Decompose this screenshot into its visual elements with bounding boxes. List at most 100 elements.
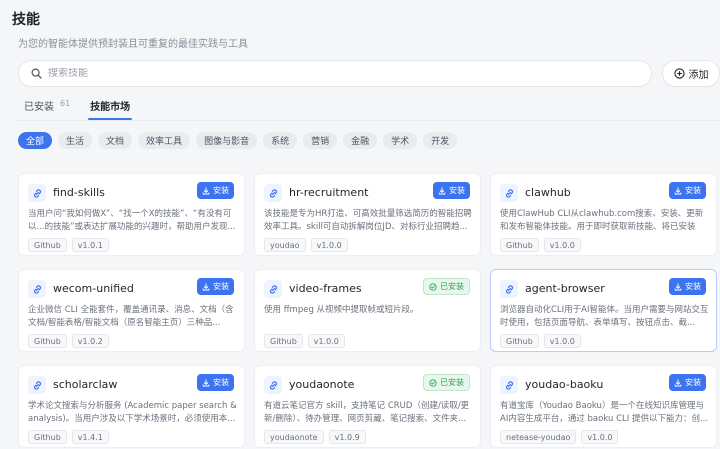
search-box[interactable] (18, 60, 652, 87)
skill-tags: Github v1.0.0 (500, 334, 586, 348)
category-chip-all[interactable]: 全部 (18, 132, 53, 149)
tab-installed[interactable]: 已安装 61 (18, 96, 76, 120)
category-chip-productivity[interactable]: 效率工具 (138, 132, 191, 149)
skill-description: 使用 ffmpeg 从视频中提取帧或短片段。 (264, 305, 419, 315)
action-label: 安装 (685, 282, 701, 291)
skill-tags: Github v1.0.0 (500, 238, 586, 252)
install-button[interactable]: 安装 (669, 182, 706, 199)
skill-tags: youdao v1.0.0 (264, 238, 353, 252)
skill-card[interactable]: youdao-baoku 安装 有道宝库（Youdao Baoku）是一个在线知识库… (490, 365, 717, 448)
skill-name: find-skills (53, 186, 105, 199)
category-chip-docs[interactable]: 文档 (98, 132, 133, 149)
skill-tags: youdaonote v1.0.9 (264, 430, 371, 444)
skill-version-tag: v1.4.1 (71, 430, 109, 444)
action-label: 安装 (213, 378, 229, 387)
action-label: 安装 (685, 186, 701, 195)
install-button[interactable]: 安装 (197, 374, 234, 391)
skill-name: hr-recruitment (289, 186, 369, 199)
category-filter: 全部 生活 文档 效率工具 图像与影音 系统 营销 金融 学术 开发 (18, 132, 463, 149)
skill-source-tag: netease-youdao (500, 430, 577, 444)
skill-description: 企业微信 CLI 全能套件，覆盖通讯录、消息、文档（含文档/智能表格/智能文档（… (28, 305, 234, 328)
skill-description: 有道云笔记官方 skill，支持笔记 CRUD（创建/读取/更新/删除）、待办管… (264, 401, 470, 424)
link-icon (269, 188, 277, 198)
category-chip-dev[interactable]: 开发 (423, 132, 458, 149)
search-input[interactable] (48, 68, 608, 79)
tab-skill-market-label: 技能市场 (90, 102, 131, 113)
action-label: 安装 (213, 186, 229, 195)
skill-link-icon (500, 376, 518, 394)
skill-version-tag: v1.0.0 (310, 238, 348, 252)
link-icon (33, 380, 41, 390)
install-button[interactable]: 安装 (197, 278, 234, 295)
skill-card[interactable]: video-frames 已安装 使用 ffmpeg 从视频中提取帧或短片段。 Git… (254, 269, 481, 352)
skill-description: 当用户问“我如何做X”、“找一个X的技能”、“有没有可以...的技能”或表达扩展… (28, 209, 236, 232)
skill-version-tag: v1.0.1 (71, 238, 109, 252)
skill-card[interactable]: youdaonote 已安装有道云笔记官方 skill，支持笔记 CRUD（创建/… (254, 365, 481, 448)
install-button[interactable]: 安装 (197, 182, 234, 199)
skill-link-icon (264, 376, 282, 394)
skill-card[interactable]: hr-recruitment 安装该技能是专为HR打造、可高效批量筛选简历的智能招… (254, 173, 481, 256)
add-button-label: 添加 (688, 70, 709, 81)
skill-description: 学术论文搜索与分析服务 (Academic paper search & ana… (28, 401, 237, 424)
skill-card[interactable]: scholarclaw 安装 学术论文搜索与分析服务 (Academic paper… (18, 365, 245, 448)
category-chip-finance[interactable]: 金融 (343, 132, 378, 149)
search-icon (31, 68, 42, 79)
link-icon (269, 380, 277, 390)
install-button[interactable]: 安装 (669, 374, 706, 391)
skill-name: video-frames (289, 282, 362, 295)
skill-version-tag: v1.0.0 (307, 334, 345, 348)
skill-tags: Github v1.0.0 (264, 334, 350, 348)
skill-card[interactable]: agent-browser 安装 浏览器自动化CLI用于AI智能体。当用户需要与网站… (490, 269, 717, 352)
action-label: 安装 (449, 186, 465, 195)
skill-card[interactable]: clawhub 安装使用ClawHub CLI从clawhub.com搜索、安装、… (490, 173, 717, 256)
page-subtitle: 为您的智能体提供预封装且可重复的最佳实践与工具 (18, 39, 248, 50)
skill-tags: netease-youdao v1.0.0 (500, 430, 623, 444)
category-chip-media[interactable]: 图像与影音 (196, 132, 258, 149)
tab-bar: 已安装 61 技能市场 (18, 96, 136, 120)
skill-version-tag: v1.0.0 (581, 430, 619, 444)
skill-version-tag: v1.0.2 (71, 334, 109, 348)
install-button[interactable]: 安装 (433, 182, 470, 199)
category-chip-academic[interactable]: 学术 (383, 132, 418, 149)
skill-name: agent-browser (525, 282, 605, 295)
tab-skill-market[interactable]: 技能市场 (84, 96, 136, 120)
skill-source-tag: Github (28, 334, 67, 348)
skill-name: wecom-unified (53, 282, 134, 295)
skill-tags: Github v1.0.2 (28, 334, 114, 348)
category-chip-marketing[interactable]: 营销 (303, 132, 338, 149)
page-title: 技能 (12, 12, 40, 28)
skill-description: 该技能是专为HR打造、可高效批量筛选简历的智能招聘效率工具。skill可自动拆解… (264, 209, 472, 232)
skill-name: clawhub (525, 186, 571, 199)
skill-source-tag: Github (500, 334, 539, 348)
skill-card[interactable]: find-skills 安装当用户问“我如何做X”、“找一个X的技能”、“有没有可… (18, 173, 245, 256)
add-button[interactable]: 添加 (662, 60, 720, 87)
link-icon (505, 188, 513, 198)
action-label: 已安装 (440, 378, 464, 387)
download-icon (202, 378, 210, 387)
skill-link-icon (500, 184, 518, 202)
skill-version-tag: v1.0.0 (543, 238, 581, 252)
skill-version-tag: v1.0.9 (328, 430, 366, 444)
installed-badge: 已安装 (423, 278, 470, 295)
tab-installed-label: 已安装 (24, 102, 54, 113)
skill-tags: Github v1.4.1 (28, 430, 114, 444)
link-icon (269, 284, 277, 294)
skill-description: 使用ClawHub CLI从clawhub.com搜索、安装、更新和发布智能体技… (500, 209, 704, 232)
skill-card[interactable]: wecom-unified 安装企业微信 CLI 全能套件，覆盖通讯录、消息、文档… (18, 269, 245, 352)
download-icon (674, 378, 682, 387)
category-chip-system[interactable]: 系统 (263, 132, 298, 149)
download-icon (674, 186, 682, 195)
skill-source-tag: Github (500, 238, 539, 252)
skill-version-tag: v1.0.0 (543, 334, 581, 348)
skill-name: youdaonote (289, 378, 355, 391)
skill-link-icon (264, 280, 282, 298)
category-chip-life[interactable]: 生活 (58, 132, 93, 149)
skill-link-icon (28, 376, 46, 394)
check-circle-icon (429, 282, 437, 291)
install-button[interactable]: 安装 (669, 278, 706, 295)
skill-name: youdao-baoku (525, 378, 604, 391)
download-icon (438, 186, 446, 195)
skill-source-tag: youdao (264, 238, 306, 252)
tab-installed-count: 61 (60, 99, 71, 108)
link-icon (33, 284, 41, 294)
